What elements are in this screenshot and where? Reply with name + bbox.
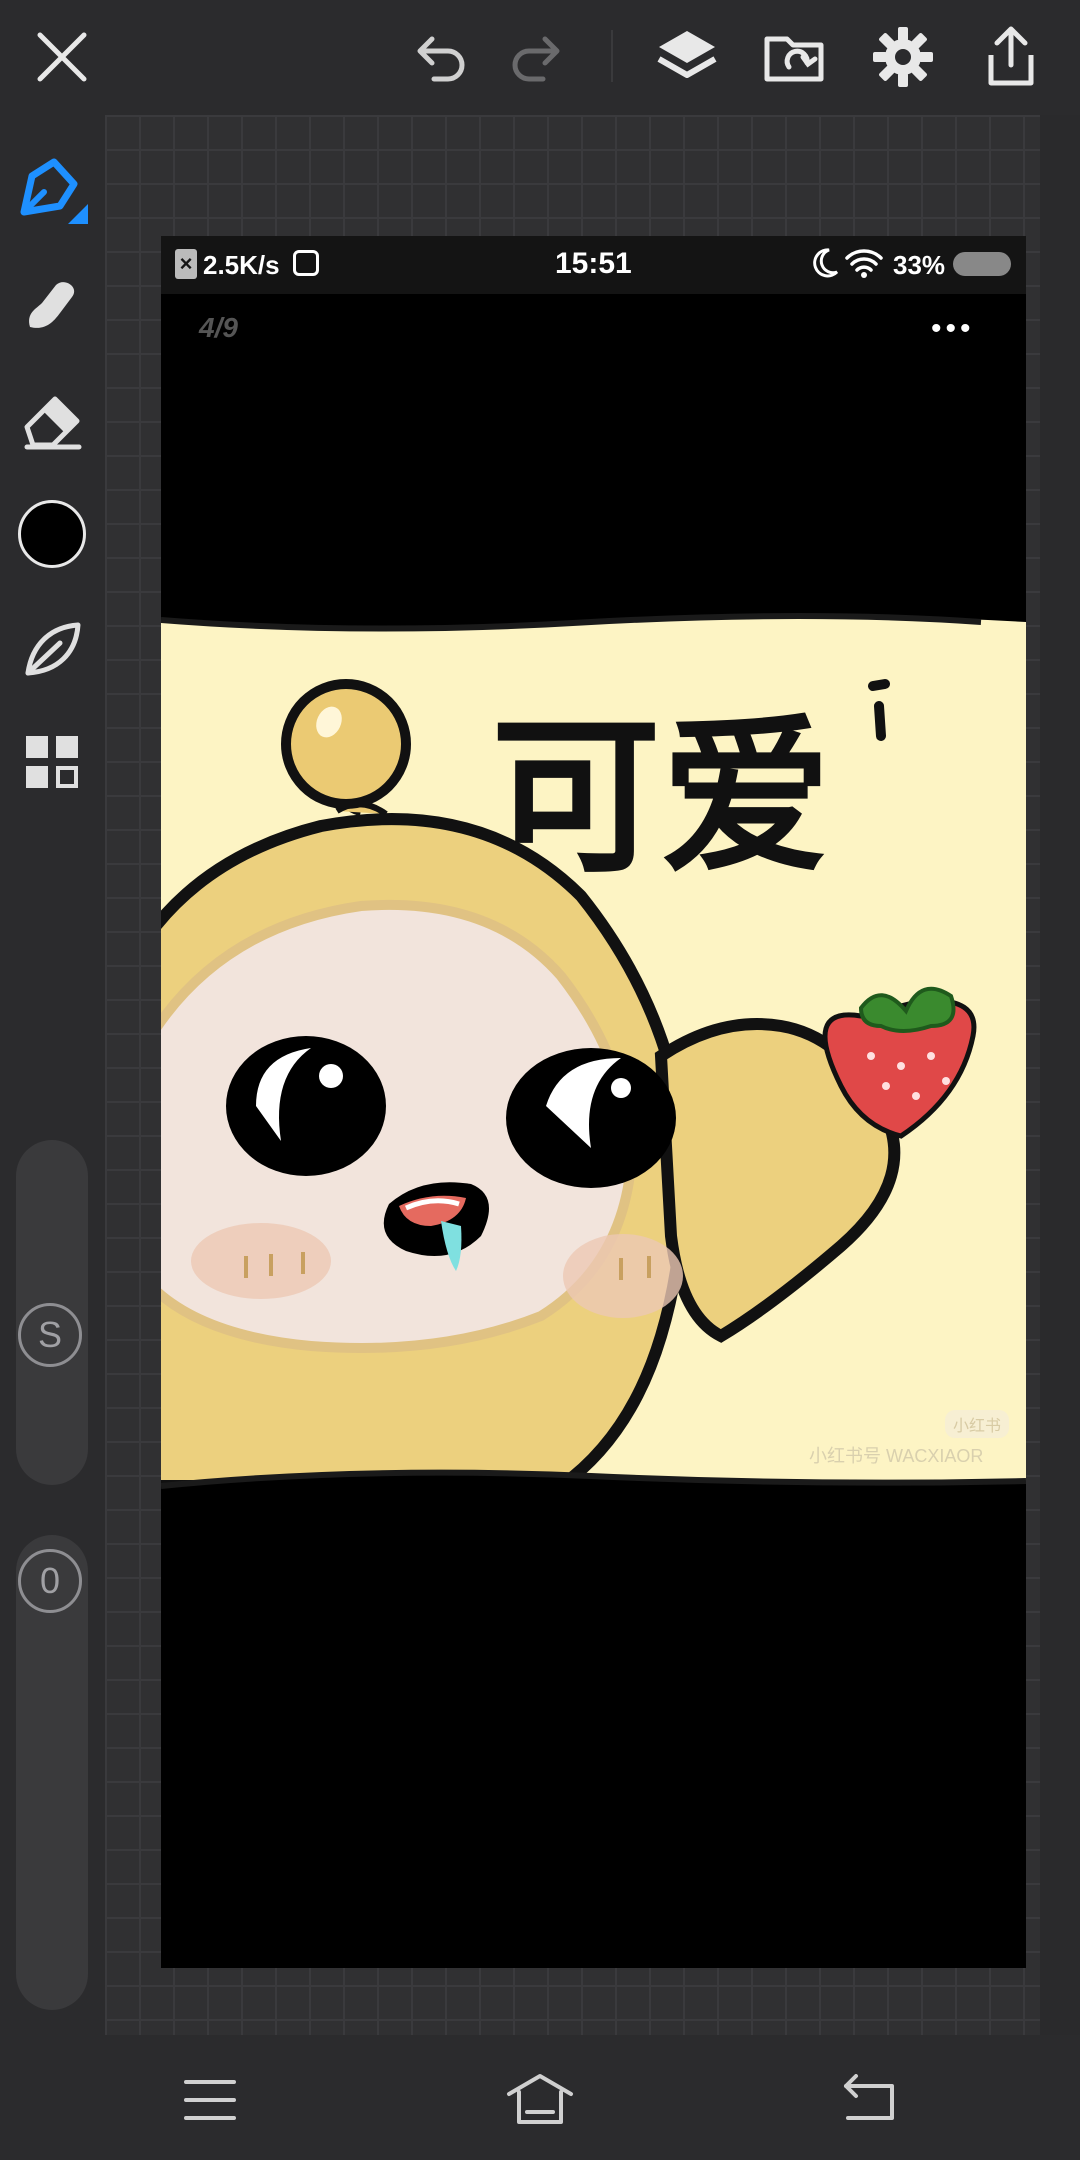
eraser-icon[interactable] xyxy=(12,380,92,460)
system-navigation-bar xyxy=(0,2035,1080,2160)
top-toolbar xyxy=(0,0,1080,115)
pen-icon[interactable] xyxy=(12,152,92,232)
redo-icon[interactable] xyxy=(502,22,572,92)
close-icon[interactable] xyxy=(27,22,97,92)
import-icon[interactable] xyxy=(760,22,830,92)
toolbar-divider xyxy=(611,30,613,82)
watermark-text: 小红书号 WACXIAOR xyxy=(809,1446,984,1466)
brush-opacity-label: 0 xyxy=(39,1560,61,1601)
watermark-badge: 小红书 xyxy=(945,1410,1010,1438)
gallery-icon[interactable] xyxy=(12,722,92,802)
home-icon[interactable] xyxy=(500,2060,580,2140)
smudge-icon[interactable] xyxy=(12,265,92,345)
settings-icon[interactable] xyxy=(868,22,938,92)
back-icon[interactable] xyxy=(830,2060,910,2140)
artwork[interactable]: × 2.5K/s 15:51 33% 4/9 ••• 可爱 小红书 小红书号 W… xyxy=(161,236,1026,1968)
share-icon[interactable] xyxy=(976,22,1046,92)
tool-sidebar: S 0 xyxy=(0,115,105,2035)
artwork-title: 可爱 xyxy=(491,699,831,897)
layers-icon[interactable] xyxy=(652,22,722,92)
color-swatch[interactable] xyxy=(12,494,92,574)
brush-size-label: S xyxy=(37,1314,62,1355)
artwork-drawing: 可爱 xyxy=(161,613,1026,1968)
brush-opacity-knob[interactable]: 0 xyxy=(18,1549,82,1613)
undo-icon[interactable] xyxy=(405,22,475,92)
brush-size-knob[interactable]: S xyxy=(18,1303,82,1367)
menu-icon[interactable] xyxy=(170,2060,250,2140)
leaf-brush-icon[interactable] xyxy=(12,609,92,689)
